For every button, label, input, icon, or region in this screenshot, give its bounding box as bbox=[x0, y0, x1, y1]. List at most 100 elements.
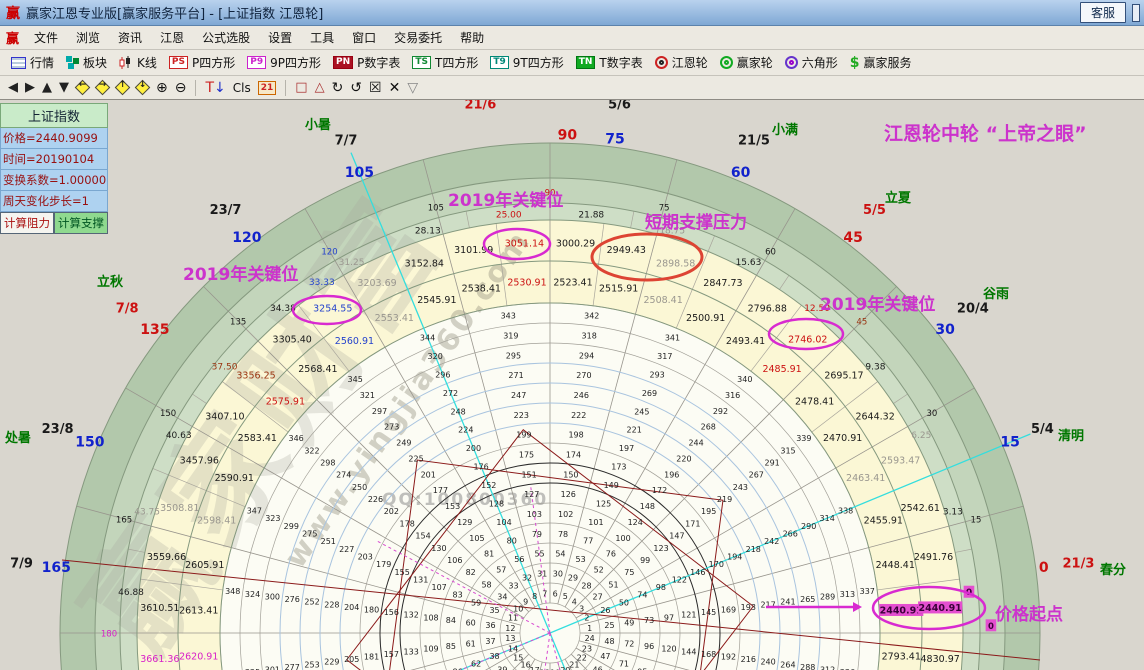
svg-text:338: 338 bbox=[838, 507, 853, 516]
menu-item-工具[interactable]: 工具 bbox=[301, 26, 343, 49]
menu-item-文件[interactable]: 文件 bbox=[25, 26, 67, 49]
panel-row: 变换系数=1.00000 bbox=[0, 170, 108, 191]
toolbar-t-table[interactable]: TN T数字表 bbox=[571, 52, 648, 73]
t-down-tool[interactable]: T↓ bbox=[205, 80, 225, 96]
svg-text:342: 342 bbox=[584, 312, 599, 321]
rotate-ccw-icon[interactable]: ↺ bbox=[350, 80, 362, 96]
shift-left-button[interactable]: ← bbox=[76, 80, 89, 94]
svg-text:173: 173 bbox=[611, 463, 626, 472]
svg-text:5/6: 5/6 bbox=[608, 100, 631, 113]
menu-item-设置[interactable]: 设置 bbox=[259, 26, 301, 49]
menu-item-江恩[interactable]: 江恩 bbox=[151, 26, 193, 49]
rect-tool-icon[interactable]: □ bbox=[295, 80, 307, 95]
svg-text:3000.29: 3000.29 bbox=[556, 238, 595, 249]
svg-text:谷雨: 谷雨 bbox=[983, 286, 1009, 302]
svg-text:49: 49 bbox=[624, 619, 634, 628]
menu-item-帮助[interactable]: 帮助 bbox=[451, 26, 493, 49]
window-control-partial[interactable] bbox=[1132, 3, 1140, 22]
toolbar-winner-service[interactable]: $ 赢家服务 bbox=[845, 52, 917, 73]
toolbar-sectors[interactable]: 板块 bbox=[61, 52, 112, 73]
triangle-tool-icon[interactable]: △ bbox=[315, 80, 325, 95]
zoom-in-icon[interactable]: ⊕ bbox=[156, 80, 168, 96]
svg-text:29: 29 bbox=[568, 574, 578, 583]
nav-left-button[interactable]: ◀ bbox=[8, 80, 18, 96]
svg-text:30: 30 bbox=[553, 570, 563, 579]
svg-text:345: 345 bbox=[348, 375, 363, 384]
svg-text:2847.73: 2847.73 bbox=[703, 278, 742, 289]
clear-funnel-icon[interactable]: ▽ bbox=[407, 80, 418, 96]
toolbar-label: T四方形 bbox=[434, 56, 479, 70]
svg-text:154: 154 bbox=[415, 532, 430, 541]
svg-text:290: 290 bbox=[801, 522, 816, 531]
calc-resist-button[interactable]: 计算阻力 bbox=[0, 212, 54, 234]
svg-text:33.33: 33.33 bbox=[309, 278, 335, 288]
cls-button[interactable]: Cls bbox=[233, 80, 251, 96]
svg-text:2542.61: 2542.61 bbox=[901, 503, 940, 514]
calc-support-button[interactable]: 计算支撑 bbox=[54, 212, 108, 234]
toolbar-p-square[interactable]: PS P四方形 bbox=[164, 52, 240, 73]
svg-text:2470.91: 2470.91 bbox=[823, 433, 862, 444]
menu-item-交易委托[interactable]: 交易委托 bbox=[385, 26, 451, 49]
toolbar-quotes[interactable]: 行情 bbox=[6, 52, 59, 73]
svg-text:36: 36 bbox=[485, 621, 495, 630]
svg-text:228: 228 bbox=[324, 600, 339, 609]
calendar-icon[interactable]: 21 bbox=[257, 80, 277, 95]
toolbar-9t-square[interactable]: T9 9T四方形 bbox=[485, 52, 568, 73]
svg-text:146: 146 bbox=[690, 568, 705, 577]
shift-right-button[interactable]: → bbox=[96, 80, 109, 94]
shift-down-button[interactable]: ↓ bbox=[136, 80, 149, 94]
svg-text:126: 126 bbox=[561, 490, 576, 499]
toolbar-gann-wheel[interactable]: 江恩轮 bbox=[650, 52, 713, 73]
toolbar-label: 9T四方形 bbox=[512, 56, 564, 70]
svg-text:6.25: 6.25 bbox=[911, 431, 931, 441]
svg-text:176: 176 bbox=[473, 463, 488, 472]
toolbar-9p-square[interactable]: P9 9P四方形 bbox=[242, 52, 326, 73]
toolbar-label: P数字表 bbox=[357, 56, 401, 70]
toolbar-label: T数字表 bbox=[599, 56, 643, 70]
toolbar-kline[interactable]: K线 bbox=[114, 52, 162, 73]
toolbar-hexagon[interactable]: 六角形 bbox=[780, 52, 843, 73]
rotate-cw-icon[interactable]: ↻ bbox=[332, 80, 344, 96]
gann-wheel-canvas[interactable]: 上证指数 价格=2440.9099 时间=20190104 变换系数=1.00000… bbox=[0, 100, 1144, 670]
svg-text:192: 192 bbox=[721, 652, 736, 661]
svg-text:21/6: 21/6 bbox=[464, 100, 496, 113]
menu-item-浏览[interactable]: 浏览 bbox=[67, 26, 109, 49]
nav-down-button[interactable]: ▼ bbox=[59, 80, 69, 96]
window-title: 赢家江恩专业版[赢家服务平台] - [上证指数 江恩轮] bbox=[26, 7, 324, 22]
svg-text:243: 243 bbox=[733, 483, 748, 492]
toolbar-t-square[interactable]: TS T四方形 bbox=[407, 52, 483, 73]
svg-text:14: 14 bbox=[508, 644, 518, 653]
p-square-icon: PS bbox=[168, 56, 188, 69]
svg-text:180: 180 bbox=[101, 630, 117, 640]
svg-text:24: 24 bbox=[585, 634, 595, 643]
shift-up-button[interactable]: ↑ bbox=[116, 80, 129, 94]
svg-text:2019年关键位: 2019年关键位 bbox=[183, 264, 298, 285]
svg-text:222: 222 bbox=[571, 411, 586, 420]
instrument-name: 上证指数 bbox=[0, 103, 108, 128]
zoom-out-icon[interactable]: ⊖ bbox=[175, 80, 187, 96]
nav-up-button[interactable]: ▲ bbox=[42, 80, 52, 96]
menu-item-资讯[interactable]: 资讯 bbox=[109, 26, 151, 49]
svg-text:276: 276 bbox=[285, 595, 300, 604]
svg-text:132: 132 bbox=[404, 611, 419, 620]
svg-text:0: 0 bbox=[988, 622, 994, 632]
collapse-icon[interactable]: ✕ bbox=[389, 80, 401, 96]
nav-right-button[interactable]: ▶ bbox=[25, 80, 35, 96]
svg-text:2583.41: 2583.41 bbox=[238, 433, 277, 444]
gann-wheel[interactable]: 赢家财富www.yingjia360.comQQ:100800360123456… bbox=[0, 100, 1144, 670]
svg-text:248: 248 bbox=[451, 407, 466, 416]
svg-text:37: 37 bbox=[485, 637, 495, 646]
svg-text:2491.76: 2491.76 bbox=[914, 552, 953, 563]
svg-text:9.38: 9.38 bbox=[865, 362, 885, 372]
svg-text:2568.41: 2568.41 bbox=[298, 364, 337, 375]
toolbar-p-table[interactable]: PN P数字表 bbox=[328, 52, 405, 73]
box-select-icon[interactable]: ☒ bbox=[369, 80, 382, 96]
customer-service-button[interactable]: 客服 bbox=[1079, 2, 1126, 23]
toolbar-winner-wheel[interactable]: 赢家轮 bbox=[715, 52, 778, 73]
svg-text:204: 204 bbox=[344, 603, 359, 612]
menu-item-窗口[interactable]: 窗口 bbox=[343, 26, 385, 49]
svg-text:75: 75 bbox=[624, 568, 634, 577]
svg-text:22: 22 bbox=[577, 653, 587, 662]
menu-item-公式选股[interactable]: 公式选股 bbox=[193, 26, 259, 49]
toolbar-label: P四方形 bbox=[191, 56, 236, 70]
